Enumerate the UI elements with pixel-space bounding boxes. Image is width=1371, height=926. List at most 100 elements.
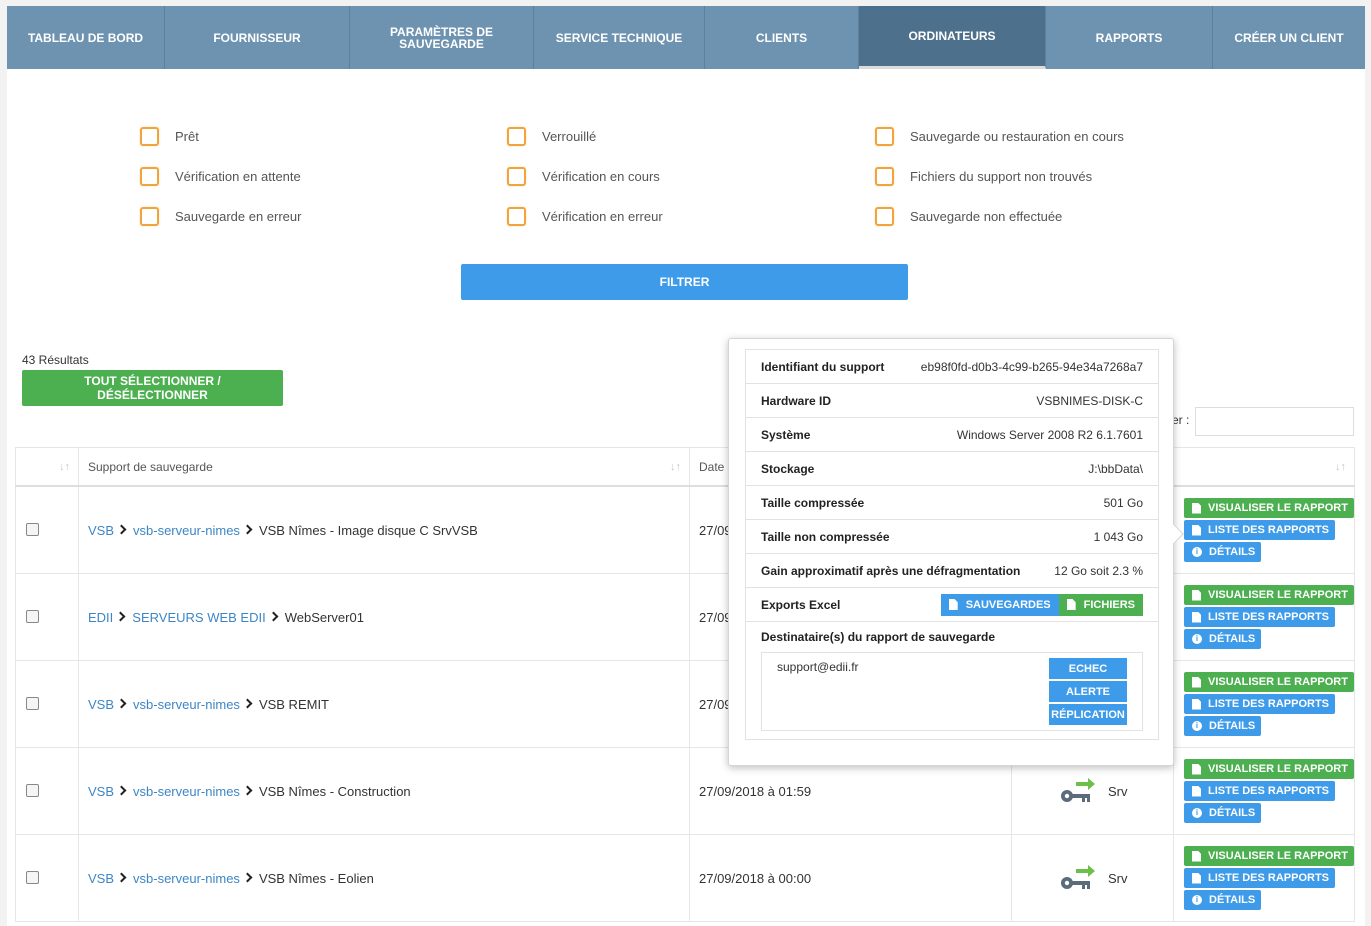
row-date: 27/09 bbox=[699, 609, 732, 625]
info-row-compressed-size: Taille compressée 501 Go bbox=[746, 486, 1158, 520]
info-icon: i bbox=[1192, 547, 1202, 557]
device-label: Srv bbox=[1108, 783, 1128, 799]
info-icon: i bbox=[1192, 721, 1202, 731]
breadcrumb-link[interactable]: vsb-serveur-nimes bbox=[133, 871, 240, 886]
report-list-button[interactable]: LISTE DES RAPPORTS bbox=[1184, 520, 1336, 540]
document-icon bbox=[1192, 611, 1201, 623]
document-icon bbox=[1192, 850, 1201, 862]
view-report-button[interactable]: VISUALISER LE RAPPORT bbox=[1184, 585, 1354, 605]
support-name: VSB Nîmes - Image disque C SrvVSB bbox=[258, 522, 478, 538]
info-row-defrag-gain: Gain approximatif après une défragmentat… bbox=[746, 554, 1158, 588]
chevron-right-icon bbox=[116, 698, 127, 709]
checkbox[interactable] bbox=[507, 167, 526, 186]
excel-icon bbox=[948, 599, 958, 610]
details-button[interactable]: i DÉTAILS bbox=[1184, 803, 1262, 823]
results-count: 43 Résultats bbox=[22, 353, 89, 367]
report-list-button[interactable]: LISTE DES RAPPORTS bbox=[1184, 868, 1336, 888]
row-date: 27/09 bbox=[699, 696, 732, 712]
recipient-replication-button[interactable]: RÉPLICATION bbox=[1049, 704, 1127, 725]
breadcrumb-link[interactable]: VSB bbox=[88, 871, 114, 886]
checkbox[interactable] bbox=[507, 207, 526, 226]
breadcrumb-link[interactable]: EDII bbox=[88, 610, 113, 625]
sort-icon[interactable]: ↓↑ bbox=[670, 461, 681, 473]
support-name: WebServer01 bbox=[284, 609, 364, 625]
tab-rapports[interactable]: RAPPORTS bbox=[1046, 6, 1213, 69]
checkbox[interactable] bbox=[140, 207, 159, 226]
filter-sauvegarde-non-effectuee[interactable]: Sauvegarde non effectuée bbox=[875, 207, 1062, 226]
filter-fichiers-non-trouves[interactable]: Fichiers du support non trouvés bbox=[875, 167, 1092, 186]
report-list-button[interactable]: LISTE DES RAPPORTS bbox=[1184, 694, 1336, 714]
checkbox[interactable] bbox=[507, 127, 526, 146]
checkbox[interactable] bbox=[140, 127, 159, 146]
info-icon: i bbox=[1192, 808, 1202, 818]
row-checkbox[interactable] bbox=[26, 610, 39, 623]
filter-button[interactable]: FILTRER bbox=[461, 264, 908, 300]
main-nav: TABLEAU DE BORD FOURNISSEUR PARAMÈTRES D… bbox=[7, 6, 1365, 69]
view-report-button[interactable]: VISUALISER LE RAPPORT bbox=[1184, 672, 1354, 692]
tab-clients[interactable]: CLIENTS bbox=[705, 6, 859, 69]
row-date: 27/09/2018 à 00:00 bbox=[699, 870, 812, 886]
details-button[interactable]: i DÉTAILS bbox=[1184, 629, 1262, 649]
row-checkbox[interactable] bbox=[26, 871, 39, 884]
support-info-table: Identifiant du support eb98f0fd-d0b3-4c99… bbox=[745, 349, 1159, 740]
row-checkbox[interactable] bbox=[26, 523, 39, 536]
breadcrumb-link[interactable]: vsb-serveur-nimes bbox=[133, 784, 240, 799]
row-date: 27/09/2018 à 01:59 bbox=[699, 783, 812, 799]
breadcrumb-link[interactable]: SERVEURS WEB EDII bbox=[132, 610, 265, 625]
info-row-hardware-id: Hardware ID VSBNIMES-DISK-C bbox=[746, 384, 1158, 418]
breadcrumb-link[interactable]: VSB bbox=[88, 697, 114, 712]
chevron-right-icon bbox=[242, 872, 253, 883]
filter-sauvegarde-en-cours[interactable]: Sauvegarde ou restauration en cours bbox=[875, 127, 1124, 146]
filter-verification-attente[interactable]: Vérification en attente bbox=[140, 167, 301, 186]
report-list-button[interactable]: LISTE DES RAPPORTS bbox=[1184, 781, 1336, 801]
excel-icon bbox=[1066, 599, 1076, 610]
sort-icon[interactable]: ↓↑ bbox=[59, 461, 70, 473]
document-icon bbox=[1192, 676, 1201, 688]
checkbox[interactable] bbox=[140, 167, 159, 186]
key-transfer-icon bbox=[1061, 865, 1095, 889]
header-support[interactable]: Support de sauvegarde bbox=[88, 460, 213, 474]
info-row-support-id: Identifiant du support eb98f0fd-d0b3-4c99… bbox=[746, 350, 1158, 384]
tab-parametres-sauvegarde[interactable]: PARAMÈTRES DE SAUVEGARDE bbox=[350, 6, 534, 69]
breadcrumb-link[interactable]: VSB bbox=[88, 784, 114, 799]
details-button[interactable]: i DÉTAILS bbox=[1184, 542, 1262, 562]
export-files-button[interactable]: FICHIERS bbox=[1058, 593, 1143, 616]
export-backups-button[interactable]: SAUVEGARDES bbox=[940, 593, 1059, 616]
filter-verification-erreur[interactable]: Vérification en erreur bbox=[507, 207, 663, 226]
tab-service-technique[interactable]: SERVICE TECHNIQUE bbox=[534, 6, 705, 69]
info-icon: i bbox=[1192, 634, 1202, 644]
tab-fournisseur[interactable]: FOURNISSEUR bbox=[165, 6, 350, 69]
search-input[interactable] bbox=[1195, 407, 1354, 436]
details-button[interactable]: i DÉTAILS bbox=[1184, 716, 1262, 736]
breadcrumb-link[interactable]: vsb-serveur-nimes bbox=[133, 523, 240, 538]
breadcrumb-link[interactable]: vsb-serveur-nimes bbox=[133, 697, 240, 712]
tab-tableau-de-bord[interactable]: TABLEAU DE BORD bbox=[7, 6, 165, 69]
tab-creer-un-client[interactable]: CRÉER UN CLIENT bbox=[1213, 6, 1365, 69]
checkbox[interactable] bbox=[875, 167, 894, 186]
document-icon bbox=[1192, 502, 1201, 514]
filter-sauvegarde-erreur[interactable]: Sauvegarde en erreur bbox=[140, 207, 301, 226]
filter-pret[interactable]: Prêt bbox=[140, 127, 199, 146]
checkbox[interactable] bbox=[875, 207, 894, 226]
recipient-alert-button[interactable]: ALERTE bbox=[1049, 681, 1127, 702]
details-button[interactable]: i DÉTAILS bbox=[1184, 890, 1262, 910]
recipient-failure-button[interactable]: ECHEC bbox=[1049, 658, 1127, 679]
report-list-button[interactable]: LISTE DES RAPPORTS bbox=[1184, 607, 1336, 627]
filter-verrouille[interactable]: Verrouillé bbox=[507, 127, 596, 146]
checkbox[interactable] bbox=[875, 127, 894, 146]
tab-ordinateurs[interactable]: ORDINATEURS bbox=[859, 6, 1046, 69]
filter-verification-en-cours[interactable]: Vérification en cours bbox=[507, 167, 660, 186]
view-report-button[interactable]: VISUALISER LE RAPPORT bbox=[1184, 846, 1354, 866]
key-transfer-icon bbox=[1061, 778, 1095, 802]
sort-icon[interactable]: ↓↑ bbox=[1335, 461, 1346, 473]
support-name: VSB REMIT bbox=[258, 696, 330, 712]
breadcrumb-link[interactable]: VSB bbox=[88, 523, 114, 538]
recipients-label: Destinataire(s) du rapport de sauvegarde bbox=[761, 630, 996, 644]
view-report-button[interactable]: VISUALISER LE RAPPORT bbox=[1184, 498, 1354, 518]
row-checkbox[interactable] bbox=[26, 697, 39, 710]
select-all-button[interactable]: TOUT SÉLECTIONNER / DÉSÉLECTIONNER bbox=[22, 370, 283, 406]
row-checkbox[interactable] bbox=[26, 784, 39, 797]
chevron-right-icon bbox=[116, 872, 127, 883]
header-date[interactable]: Date bbox=[699, 460, 724, 474]
view-report-button[interactable]: VISUALISER LE RAPPORT bbox=[1184, 759, 1354, 779]
